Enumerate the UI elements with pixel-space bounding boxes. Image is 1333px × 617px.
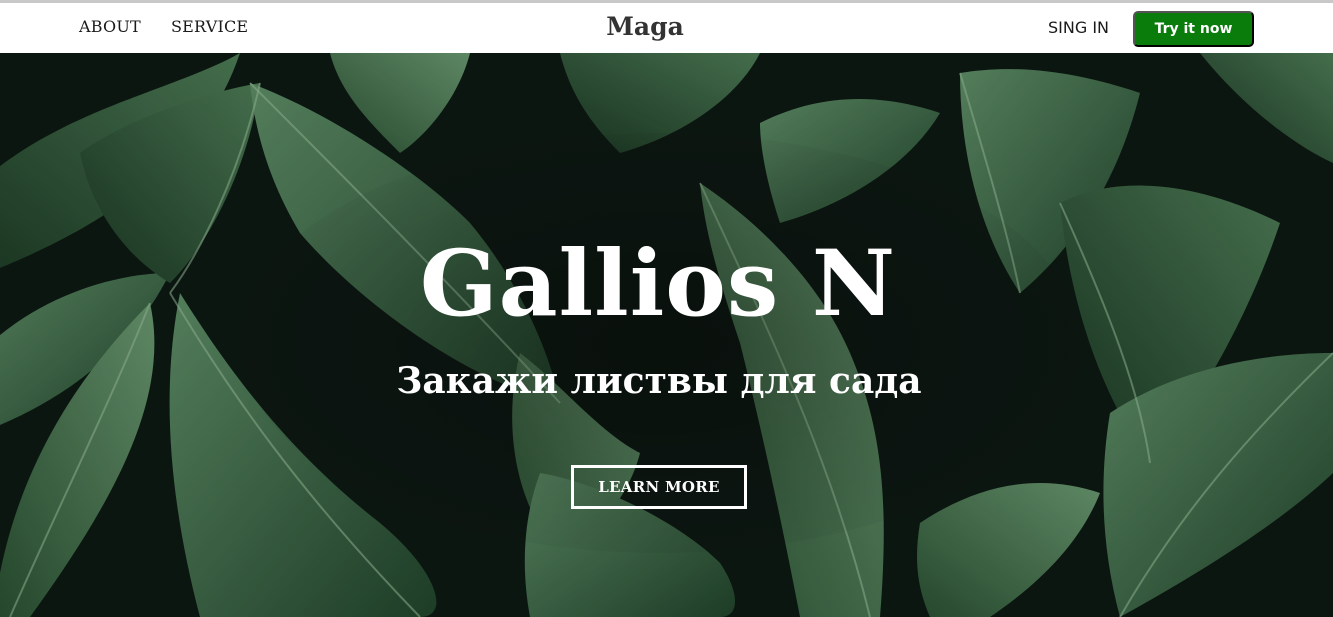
learn-more-button[interactable]: LEARN MORE bbox=[571, 465, 747, 509]
try-it-now-button[interactable]: Try it now bbox=[1133, 11, 1254, 47]
sign-in-link[interactable]: SING IN bbox=[1048, 18, 1109, 37]
hero-title: Gallios N bbox=[419, 231, 897, 337]
hero-section: Gallios N Закажи листвы для сада LEARN M… bbox=[0, 53, 1333, 617]
site-header: ABOUT SERVICE Maga SING IN Try it now bbox=[0, 3, 1333, 53]
hero-subtitle: Закажи листвы для сада bbox=[396, 360, 922, 402]
